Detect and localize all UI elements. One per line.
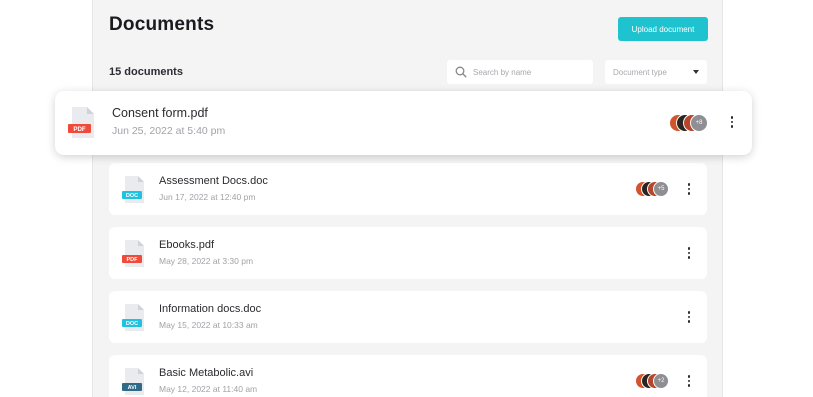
file-name[interactable]: Consent form.pdf: [112, 106, 208, 120]
search-icon: [455, 66, 467, 78]
file-type-label: DOC: [126, 321, 138, 327]
document-card[interactable]: AVI Basic Metabolic.avi May 12, 2022 at …: [109, 355, 707, 397]
document-type-label: Document type: [613, 67, 667, 77]
document-count: 15 documents: [109, 66, 183, 78]
more-options-icon[interactable]: [684, 180, 694, 198]
document-card-highlighted[interactable]: PDF Consent form.pdf Jun 25, 2022 at 5:4…: [55, 91, 752, 155]
more-options-icon[interactable]: [684, 308, 694, 326]
file-date: Jun 17, 2022 at 12:40 pm: [159, 192, 256, 202]
document-card[interactable]: PDF Ebooks.pdf May 28, 2022 at 3:30 pm: [109, 227, 707, 279]
shared-avatars[interactable]: +2: [635, 373, 675, 389]
pdf-file-icon: PDF: [68, 107, 94, 138]
file-type-label: PDF: [127, 257, 139, 263]
search-input[interactable]: [471, 66, 585, 78]
avatar-overflow-count: +2: [653, 373, 669, 389]
document-type-select[interactable]: Document type: [605, 60, 707, 84]
upload-document-button[interactable]: Upload document: [618, 17, 708, 41]
file-name[interactable]: Assessment Docs.doc: [159, 175, 268, 187]
more-options-icon[interactable]: [684, 372, 694, 390]
document-card[interactable]: DOC Information docs.doc May 15, 2022 at…: [109, 291, 707, 343]
document-card[interactable]: DOC Assessment Docs.doc Jun 17, 2022 at …: [109, 163, 707, 215]
doc-file-icon: DOC: [122, 176, 144, 203]
file-type-label: AVI: [128, 385, 137, 391]
file-date: May 15, 2022 at 10:33 am: [159, 320, 258, 330]
search-box[interactable]: [447, 60, 593, 84]
file-name[interactable]: Basic Metabolic.avi: [159, 367, 253, 379]
file-type-label: PDF: [73, 126, 86, 133]
file-type-label: DOC: [126, 193, 138, 199]
avatar-overflow-count: +5: [653, 181, 669, 197]
file-date: Jun 25, 2022 at 5:40 pm: [112, 125, 226, 137]
documents-panel: Documents Upload document 15 documents D…: [92, 0, 723, 397]
more-options-icon[interactable]: [727, 113, 737, 131]
shared-avatars[interactable]: +5: [635, 181, 675, 197]
pdf-file-icon: PDF: [122, 240, 144, 267]
more-options-icon[interactable]: [684, 244, 694, 262]
file-date: May 12, 2022 at 11:40 am: [159, 384, 258, 394]
shared-avatars[interactable]: +8: [669, 114, 715, 132]
avatar-overflow-count: +8: [690, 114, 708, 132]
file-date: May 28, 2022 at 3:30 pm: [159, 256, 254, 266]
file-name[interactable]: Information docs.doc: [159, 303, 261, 315]
page-title: Documents: [109, 14, 215, 35]
doc-file-icon: DOC: [122, 304, 144, 331]
chevron-down-icon: [693, 70, 699, 74]
file-name[interactable]: Ebooks.pdf: [159, 239, 214, 251]
avi-file-icon: AVI: [122, 368, 144, 395]
